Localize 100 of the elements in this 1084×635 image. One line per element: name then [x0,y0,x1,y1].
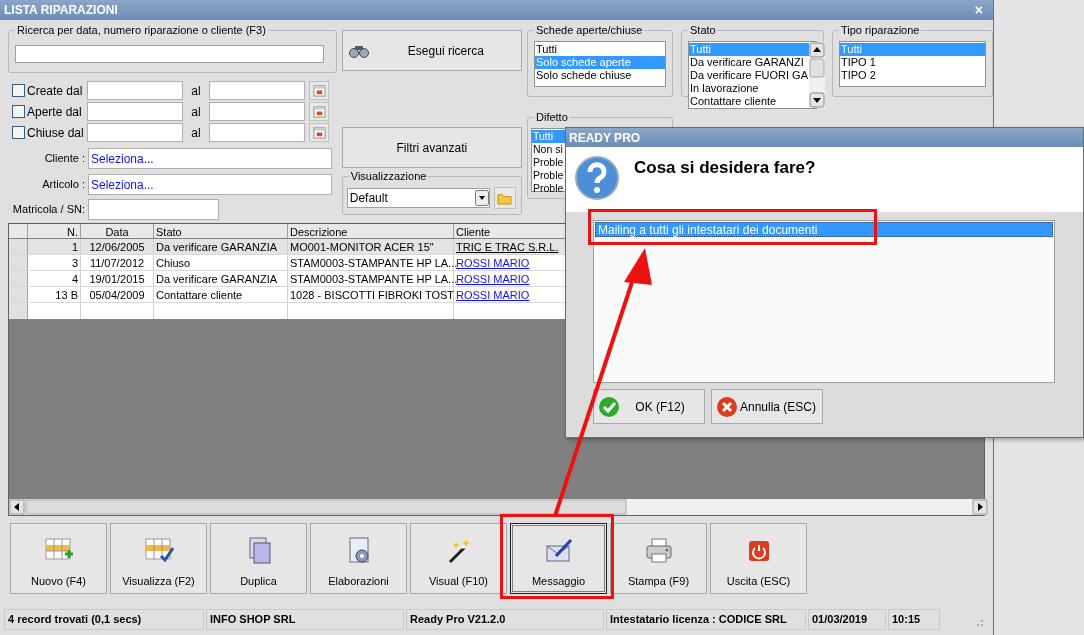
checkbox-label: Chiuse dal [27,124,85,142]
table-cell: Contattare cliente [156,289,243,301]
field-label: al [190,124,202,142]
date-field[interactable] [87,102,183,121]
list-item[interactable]: Tutti [535,43,665,56]
table-cell: 05/04/2009 [89,289,145,301]
table-cell: 4 [71,273,78,285]
dialog-button[interactable]: OK (F12) [593,389,705,424]
field-label: al [190,103,202,121]
toolbar-button[interactable]: Elaborazioni [310,523,407,594]
field-label: Articolo : [41,177,86,193]
status-field: Ready Pro V21.2.0 [406,609,604,630]
check-icon [598,395,620,418]
field-label: Matricola / SN: [11,202,86,218]
status-field: Intestatario licenza : CODICE SRL [606,609,806,630]
toolbar-button[interactable]: Duplica [210,523,307,594]
list-item[interactable]: Contattare cliente [689,95,809,108]
date-field[interactable] [87,81,183,100]
checkbox-label: Aperte dal [27,103,83,121]
calendar-button[interactable] [309,123,329,142]
table-cell: STAM0003-STAMPANTE HP LA... [290,257,458,269]
column-header[interactable]: Descrizione [288,224,454,238]
group-label: Tipo riparazione [839,23,922,37]
filter-button[interactable]: Filtri avanzati [341,127,522,168]
table-cell: 1 [71,241,78,253]
view-dropdown[interactable]: Default [346,188,490,208]
dialog-button[interactable]: Annulla (ESC) [711,389,823,424]
cross-icon [716,395,738,418]
table-cell: Chiuso [156,257,191,269]
status-field: 10:15 [888,609,940,630]
calendar-icon [312,84,326,97]
list-item[interactable]: TIPO 1 [840,56,985,69]
table-cell: 11/07/2012 [89,257,145,269]
table-cell: MO001-MONITOR ACER 15" [290,241,434,253]
list-item[interactable]: Da verificare GARANZI [689,56,809,69]
group-label: Schede aperte/chiuse [534,23,645,37]
resize-grip-icon [974,617,984,627]
list-item[interactable]: TIPO 2 [840,69,985,82]
select-field[interactable]: Seleziona... [88,174,332,195]
search-button[interactable]: Esegui ricerca [341,30,522,71]
date-field[interactable] [209,102,305,121]
folder-button[interactable] [493,187,516,209]
group-label: Difetto [534,110,570,124]
table-cell: 13 B [55,289,78,301]
row-header[interactable] [9,255,28,270]
group-label: Ricerca per data, numero riparazione o cliente (F3) [15,23,268,37]
row-header[interactable] [9,287,28,302]
date-field[interactable] [87,123,183,142]
customer-link[interactable]: ROSSI MARIO [456,289,530,301]
customer-link[interactable]: ROSSI MARIO [456,273,530,285]
list-item[interactable]: In lavorazione [689,82,809,95]
status-field: 4 record trovati (0,1 secs) [4,609,204,630]
table-cell: 1028 - BISCOTTI FIBROKI TOST [290,289,455,301]
toolbar-button[interactable]: Stampa (F9) [610,523,707,594]
checkbox[interactable] [12,84,25,97]
table-cell: 3 [71,257,78,269]
date-field[interactable] [209,81,305,100]
calendar-button[interactable] [309,102,329,121]
table-cell: Da verificare GARANZIA [156,273,278,285]
search-field[interactable] [15,45,324,63]
dialog-question: Cosa si desidera fare? [634,157,816,179]
row-header [9,303,28,319]
checkbox[interactable] [12,105,25,118]
select-field[interactable] [88,199,219,220]
table-cell: 12/06/2005 [89,241,145,253]
toolbar-button[interactable]: Visualizza (F2) [110,523,207,594]
row-header[interactable] [9,239,28,254]
select-field[interactable]: Seleziona... [88,148,332,169]
group-label: Visualizzazione [348,169,429,183]
binoculars-icon [346,43,371,58]
question-icon [574,155,620,201]
field-label: al [190,82,202,100]
calendar-button[interactable] [309,81,329,100]
toolbar-button[interactable]: Messaggio [510,523,607,594]
customer-link[interactable]: TRIC E TRAC S.R.L. [456,241,559,253]
toolbar-button[interactable]: Visual (F10) [410,523,507,594]
calendar-icon [312,126,326,139]
column-header[interactable]: Data [81,224,154,238]
field-label: Cliente : [43,151,86,167]
status-field: INFO SHOP SRL [206,609,404,630]
customer-link[interactable]: ROSSI MARIO [456,257,530,269]
toolbar-button[interactable]: Uscita (ESC) [710,523,807,594]
window-title: LISTA RIPARAZIONI [4,2,118,19]
calendar-icon [312,105,326,118]
table-cell: STAM0003-STAMPANTE HP LA... [290,273,458,285]
printer-icon [643,536,674,566]
list-item[interactable]: Solo schede chiuse [535,69,665,82]
row-header[interactable] [9,271,28,286]
toolbar-button[interactable]: Nuovo (F4) [10,523,107,594]
date-field[interactable] [209,123,305,142]
checkbox[interactable] [12,126,25,139]
table-cell: Da verificare GARANZIA [156,241,278,253]
folder-icon [497,191,513,205]
column-header[interactable]: N. [28,224,81,238]
checkbox-label: Create dal [27,82,84,100]
table-cell: 19/01/2015 [89,273,145,285]
group-label: Stato [688,23,718,37]
list-item[interactable]: Da verificare FUORI GA [689,69,809,82]
status-field: 01/03/2019 [808,609,886,630]
column-header[interactable]: Stato [154,224,288,238]
